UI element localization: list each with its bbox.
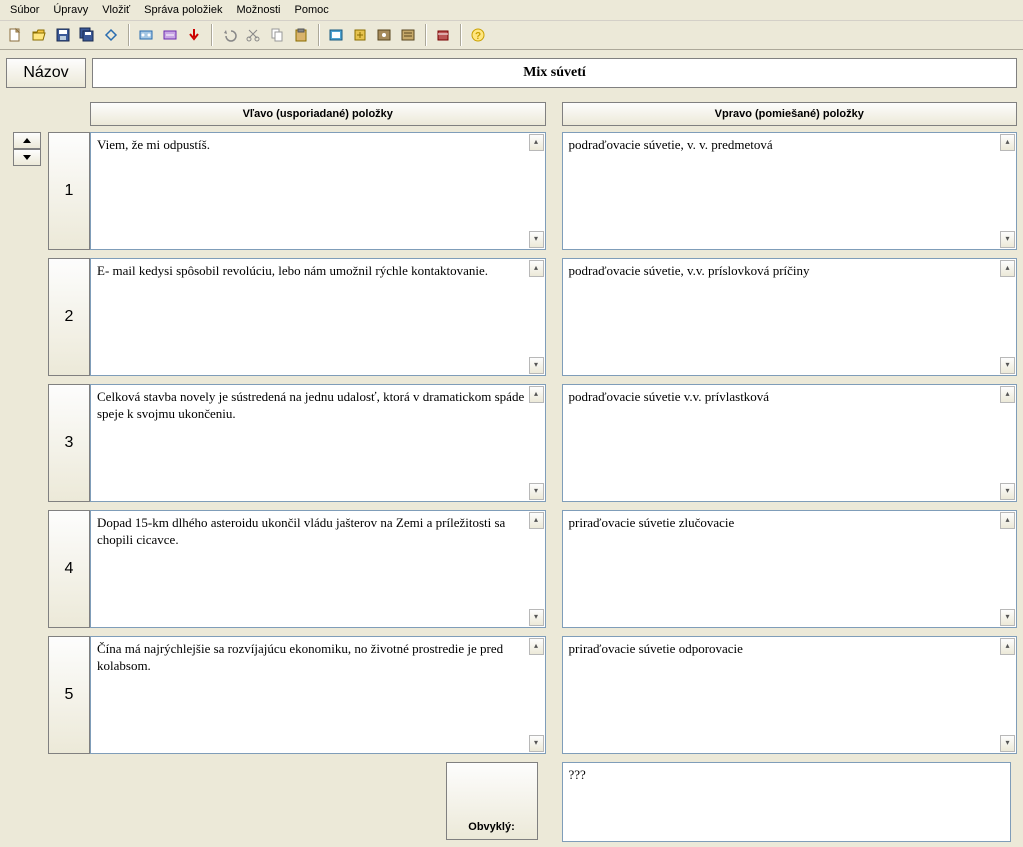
right-item-cell[interactable]: podraďovacie súvetie, v. v. predmetová▴▾ bbox=[562, 132, 1018, 250]
scroll-up-icon[interactable]: ▴ bbox=[529, 134, 544, 151]
cell-scrollbar[interactable]: ▴▾ bbox=[1000, 512, 1015, 626]
toolbar: ? bbox=[0, 21, 1023, 50]
save-icon[interactable] bbox=[52, 24, 74, 46]
menu-file[interactable]: Súbor bbox=[4, 2, 45, 18]
row-number: 4 bbox=[48, 510, 90, 628]
menu-items-mgmt[interactable]: Správa položiek bbox=[138, 2, 228, 18]
item-row: 1Viem, že mi odpustíš.▴▾podraďovacie súv… bbox=[6, 132, 1017, 250]
title-input[interactable]: Mix súvetí bbox=[92, 58, 1017, 88]
item-row: 4Dopad 15-km dlhého asteroidu ukončil vl… bbox=[6, 510, 1017, 628]
save-all-icon[interactable] bbox=[76, 24, 98, 46]
menu-insert[interactable]: Vložiť bbox=[96, 2, 136, 18]
item-row: 3Celková stavba novely je sústredená na … bbox=[6, 384, 1017, 502]
wizard2-icon[interactable] bbox=[159, 24, 181, 46]
toolbar-separator bbox=[318, 24, 319, 46]
cut-icon[interactable] bbox=[242, 24, 264, 46]
item-row: 5Čína má najrýchlejšie sa rozvíjajúcu ek… bbox=[6, 636, 1017, 754]
scroll-up-icon[interactable]: ▴ bbox=[1000, 134, 1015, 151]
scroll-down-icon[interactable]: ▾ bbox=[1000, 609, 1015, 626]
preview-icon[interactable] bbox=[100, 24, 122, 46]
scroll-down-icon[interactable]: ▾ bbox=[529, 609, 544, 626]
cell-scrollbar[interactable]: ▴▾ bbox=[529, 638, 544, 752]
export2-icon[interactable] bbox=[349, 24, 371, 46]
scroll-down-icon[interactable]: ▾ bbox=[529, 357, 544, 374]
paste-icon[interactable] bbox=[290, 24, 312, 46]
cell-scrollbar[interactable]: ▴▾ bbox=[529, 260, 544, 374]
scroll-up-icon[interactable]: ▴ bbox=[529, 512, 544, 529]
right-item-cell[interactable]: podraďovacie súvetie, v.v. príslovková p… bbox=[562, 258, 1018, 376]
right-item-cell[interactable]: priraďovacie súvetie odporovacie▴▾ bbox=[562, 636, 1018, 754]
cell-scrollbar[interactable]: ▴▾ bbox=[1000, 134, 1015, 248]
right-item-cell[interactable]: podraďovacie súvetie v.v. prívlastková▴▾ bbox=[562, 384, 1018, 502]
help-icon[interactable]: ? bbox=[467, 24, 489, 46]
new-file-icon[interactable] bbox=[4, 24, 26, 46]
cell-scrollbar[interactable]: ▴▾ bbox=[1000, 638, 1015, 752]
row-reorder-controls bbox=[6, 510, 48, 628]
left-item-cell[interactable]: Čína má najrýchlejšie sa rozvíjajúcu eko… bbox=[90, 636, 546, 754]
scroll-up-icon[interactable]: ▴ bbox=[529, 260, 544, 277]
wizard1-icon[interactable] bbox=[135, 24, 157, 46]
row-number: 1 bbox=[48, 132, 90, 250]
scroll-down-icon[interactable]: ▾ bbox=[1000, 231, 1015, 248]
scroll-down-icon[interactable]: ▾ bbox=[1000, 735, 1015, 752]
left-item-cell[interactable]: Viem, že mi odpustíš.▴▾ bbox=[90, 132, 546, 250]
left-item-cell[interactable]: Celková stavba novely je sústredená na j… bbox=[90, 384, 546, 502]
scroll-down-icon[interactable]: ▾ bbox=[529, 735, 544, 752]
menu-options[interactable]: Možnosti bbox=[230, 2, 286, 18]
row-number: 3 bbox=[48, 384, 90, 502]
row-number: 2 bbox=[48, 258, 90, 376]
menu-help[interactable]: Pomoc bbox=[288, 2, 334, 18]
left-column-header: Vľavo (usporiadané) položky bbox=[90, 102, 546, 126]
menu-edit[interactable]: Úpravy bbox=[47, 2, 94, 18]
export4-icon[interactable] bbox=[397, 24, 419, 46]
export3-icon[interactable] bbox=[373, 24, 395, 46]
arrow-down-red-icon[interactable] bbox=[183, 24, 205, 46]
bottom-label: Obvyklý: bbox=[446, 762, 538, 840]
bottom-right-cell[interactable]: ??? bbox=[562, 762, 1012, 842]
row-number: 5 bbox=[48, 636, 90, 754]
toolbar-separator bbox=[128, 24, 129, 46]
scroll-up-icon[interactable]: ▴ bbox=[1000, 512, 1015, 529]
cell-scrollbar[interactable]: ▴▾ bbox=[529, 134, 544, 248]
title-label-button[interactable]: Názov bbox=[6, 58, 86, 88]
undo-icon[interactable] bbox=[218, 24, 240, 46]
scroll-up-icon[interactable]: ▴ bbox=[1000, 386, 1015, 403]
scroll-down-icon[interactable]: ▾ bbox=[1000, 357, 1015, 374]
item-row: 2E- mail kedysi spôsobil revolúciu, lebo… bbox=[6, 258, 1017, 376]
row-reorder-controls bbox=[6, 384, 48, 502]
title-row: Názov Mix súvetí bbox=[6, 58, 1017, 88]
open-folder-icon[interactable] bbox=[28, 24, 50, 46]
row-move-down-button[interactable] bbox=[13, 149, 41, 166]
cell-scrollbar[interactable]: ▴▾ bbox=[1000, 386, 1015, 500]
row-move-up-button[interactable] bbox=[13, 132, 41, 149]
cell-scrollbar[interactable]: ▴▾ bbox=[1000, 260, 1015, 374]
toolbar-separator bbox=[211, 24, 212, 46]
svg-text:?: ? bbox=[475, 31, 481, 42]
scroll-down-icon[interactable]: ▾ bbox=[529, 231, 544, 248]
package-icon[interactable] bbox=[432, 24, 454, 46]
scroll-up-icon[interactable]: ▴ bbox=[1000, 260, 1015, 277]
toolbar-separator bbox=[425, 24, 426, 46]
scroll-down-icon[interactable]: ▾ bbox=[1000, 483, 1015, 500]
right-column-header: Vpravo (pomiešané) položky bbox=[562, 102, 1018, 126]
left-item-cell[interactable]: Dopad 15-km dlhého asteroidu ukončil vlá… bbox=[90, 510, 546, 628]
cell-scrollbar[interactable]: ▴▾ bbox=[529, 512, 544, 626]
scroll-up-icon[interactable]: ▴ bbox=[529, 386, 544, 403]
left-item-cell[interactable]: E- mail kedysi spôsobil revolúciu, lebo … bbox=[90, 258, 546, 376]
row-reorder-controls bbox=[6, 132, 48, 250]
row-reorder-controls bbox=[6, 258, 48, 376]
export1-icon[interactable] bbox=[325, 24, 347, 46]
row-reorder-controls bbox=[6, 636, 48, 754]
scroll-up-icon[interactable]: ▴ bbox=[529, 638, 544, 655]
right-item-cell[interactable]: priraďovacie súvetie zlučovacie▴▾ bbox=[562, 510, 1018, 628]
menubar: Súbor Úpravy Vložiť Správa položiek Možn… bbox=[0, 0, 1023, 21]
toolbar-separator bbox=[460, 24, 461, 46]
cell-scrollbar[interactable]: ▴▾ bbox=[529, 386, 544, 500]
scroll-down-icon[interactable]: ▾ bbox=[529, 483, 544, 500]
copy-icon[interactable] bbox=[266, 24, 288, 46]
scroll-up-icon[interactable]: ▴ bbox=[1000, 638, 1015, 655]
